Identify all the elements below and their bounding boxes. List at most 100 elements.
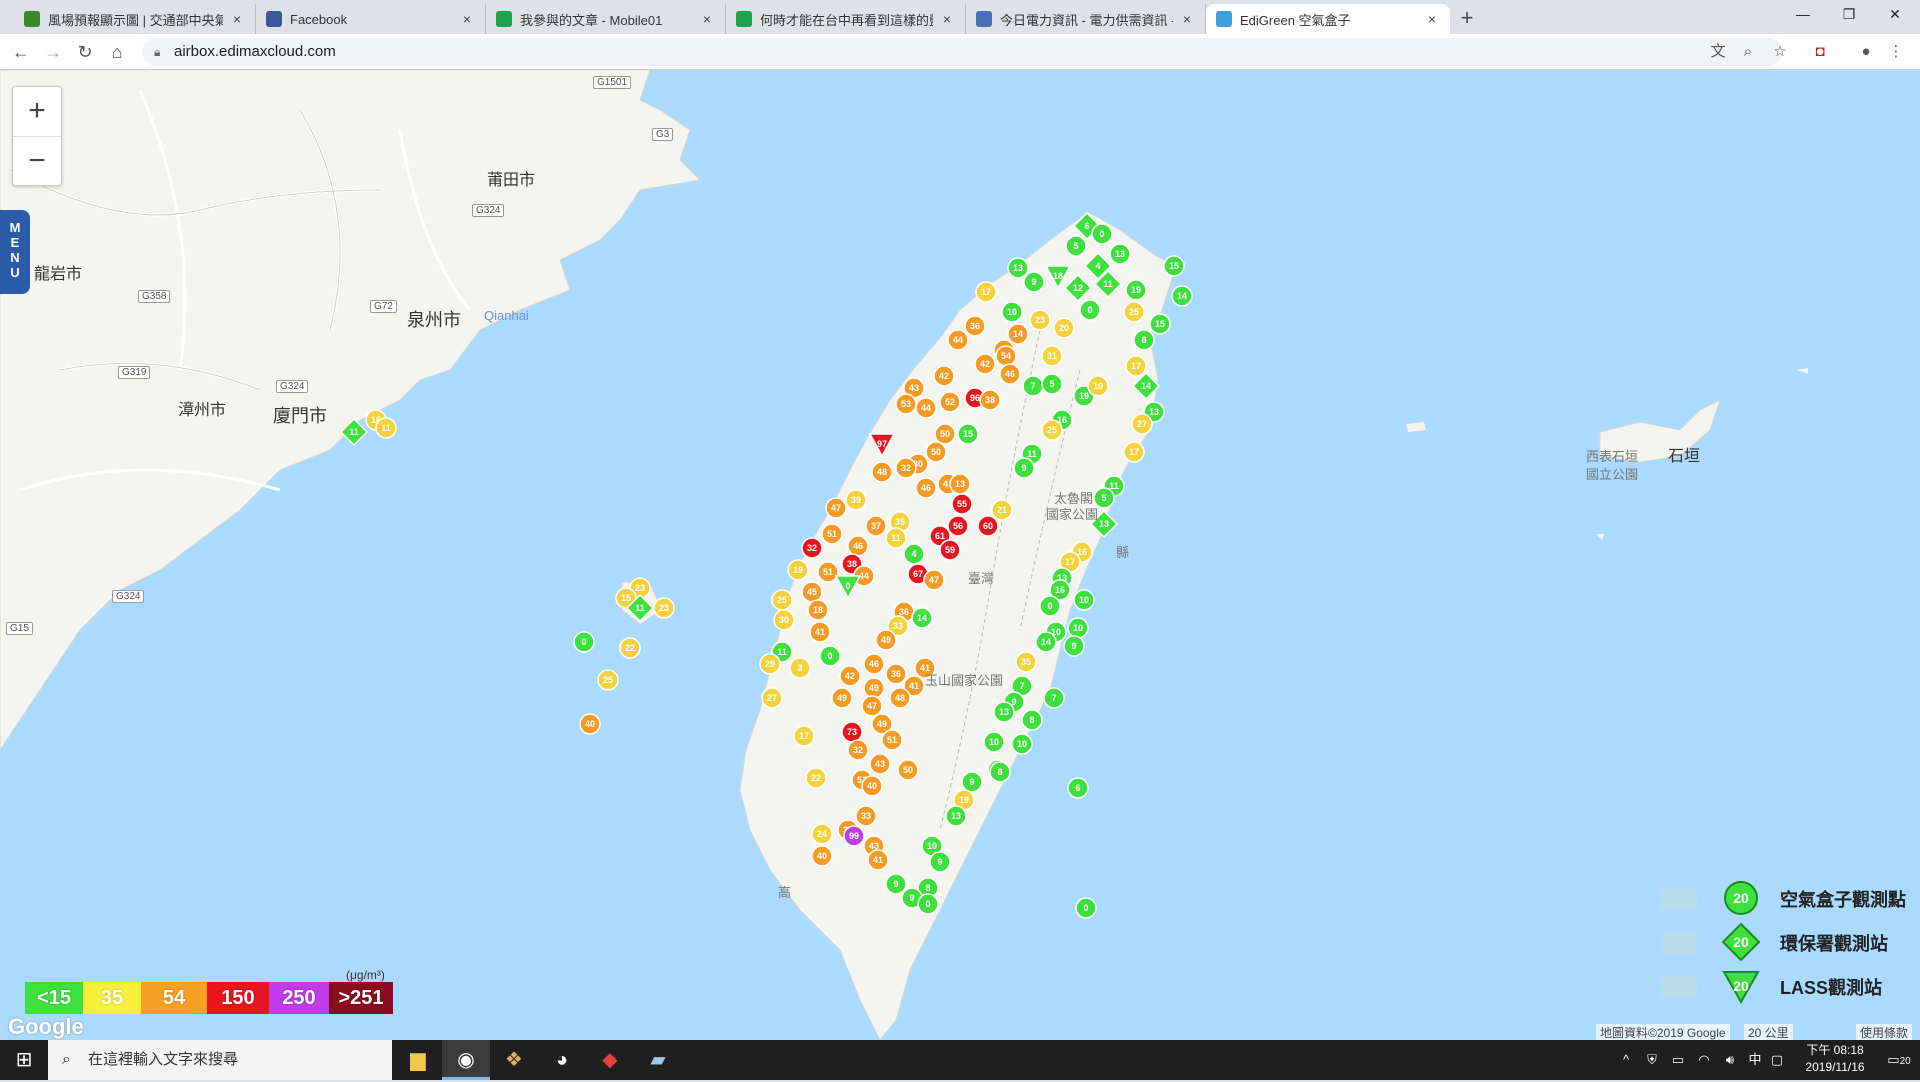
station-marker[interactable]: 49 <box>863 677 885 699</box>
zoom-icon[interactable]: ⌕ <box>1736 40 1760 64</box>
station-marker[interactable]: 42 <box>974 353 996 375</box>
tab-close-icon[interactable]: × <box>1179 11 1195 27</box>
station-marker[interactable]: 35 <box>1015 651 1037 673</box>
ime-mode-icon[interactable]: ▢ <box>1766 1040 1788 1080</box>
station-marker[interactable]: 13 <box>945 805 967 827</box>
station-marker[interactable]: 32 <box>895 457 917 479</box>
station-marker[interactable]: 29 <box>759 653 781 675</box>
station-marker[interactable]: 8 <box>1021 709 1043 731</box>
station-marker[interactable]: 14 <box>1035 631 1057 653</box>
zoom-in-button[interactable]: + <box>13 87 61 137</box>
app-icon[interactable]: ◆ <box>586 1040 634 1080</box>
station-marker[interactable]: 40 <box>579 713 601 735</box>
minimize-button[interactable]: — <box>1780 0 1826 30</box>
station-marker[interactable]: 49 <box>831 687 853 709</box>
station-marker[interactable]: 38 <box>979 389 1001 411</box>
windows-start-icon[interactable]: ⊞ <box>0 1040 48 1080</box>
profile-icon[interactable]: ● <box>1854 40 1878 64</box>
station-marker[interactable]: 9 <box>1023 271 1045 293</box>
taskbar-clock[interactable]: 下午 08:18 2019/11/16 <box>1790 1042 1880 1076</box>
station-marker[interactable]: 17 <box>975 281 997 303</box>
station-marker[interactable]: 11 <box>885 527 907 549</box>
chrome-menu-icon[interactable]: ⋮ <box>1884 40 1908 64</box>
station-marker[interactable]: 0 <box>1039 595 1061 617</box>
station-marker[interactable]: 22 <box>805 767 827 789</box>
station-marker[interactable]: 17 <box>793 725 815 747</box>
station-marker[interactable]: 17 <box>1123 441 1145 463</box>
notification-center-icon[interactable]: ▭20 <box>1882 1040 1916 1080</box>
station-marker[interactable]: 4 <box>903 543 925 565</box>
station-marker[interactable]: 8 <box>1133 329 1155 351</box>
terms-link[interactable]: 使用條款 <box>1856 1024 1913 1040</box>
station-marker[interactable]: 30 <box>773 609 795 631</box>
tab-close-icon[interactable]: × <box>229 11 245 27</box>
station-marker[interactable]: 13 <box>1007 257 1029 279</box>
station-marker[interactable]: 10 <box>1001 301 1023 323</box>
station-marker[interactable]: 0 <box>1091 223 1113 245</box>
station-marker[interactable]: 50 <box>897 759 919 781</box>
station-marker[interactable]: 54 <box>995 345 1017 367</box>
station-marker[interactable]: 9 <box>961 771 983 793</box>
station-marker[interactable]: 73 <box>841 721 863 743</box>
station-marker[interactable]: 32 <box>847 739 869 761</box>
browser-tab[interactable]: 風場預報顯示圖 | 交通部中央氣象 × <box>14 4 256 34</box>
station-marker[interactable]: 39 <box>845 489 867 511</box>
station-marker[interactable]: 50 <box>934 423 956 445</box>
station-marker[interactable]: 6 <box>1067 777 1089 799</box>
map-data-attribution[interactable]: 地圖資料©2019 Google <box>1596 1024 1730 1040</box>
station-marker[interactable]: 46 <box>999 363 1021 385</box>
tab-close-icon[interactable]: × <box>459 11 475 27</box>
taskbar-search-box[interactable]: ⌕ 在這裡輸入文字來搜尋 <box>48 1040 392 1080</box>
station-marker[interactable]: 14 <box>911 607 933 629</box>
wifi-tray-icon[interactable]: ◠ <box>1692 1040 1716 1080</box>
station-marker[interactable]: 42 <box>933 365 955 387</box>
station-marker[interactable]: 59 <box>939 539 961 561</box>
station-marker[interactable]: 44 <box>915 397 937 419</box>
close-window-button[interactable]: ✕ <box>1872 0 1918 30</box>
tab-close-icon[interactable]: × <box>699 11 715 27</box>
home-icon[interactable]: ⌂ <box>104 39 130 65</box>
station-marker[interactable]: 22 <box>619 637 641 659</box>
station-marker[interactable]: 47 <box>923 569 945 591</box>
station-marker[interactable]: 20 <box>1053 317 1075 339</box>
station-marker[interactable]: 48 <box>871 461 893 483</box>
browser-tab[interactable]: EdiGreen 空氣盒子 × <box>1206 4 1450 34</box>
station-marker[interactable]: 51 <box>817 561 839 583</box>
station-marker[interactable]: 25 <box>1041 419 1063 441</box>
station-marker[interactable]: 23 <box>653 597 675 619</box>
address-bar[interactable]: 🔒︎ airbox.edimaxcloud.com <box>142 38 1782 66</box>
browser-tab[interactable]: 今日電力資訊 - 電力供需資訊 - 台 × <box>966 4 1206 34</box>
station-marker[interactable]: 10 <box>1011 733 1033 755</box>
station-marker[interactable]: 0 <box>917 893 939 915</box>
app-icon[interactable]: ▰ <box>634 1040 682 1080</box>
zoom-out-button[interactable]: − <box>13 137 61 187</box>
station-marker[interactable]: 36 <box>885 663 907 685</box>
station-marker[interactable]: 25 <box>597 669 619 691</box>
station-marker[interactable]: 48 <box>889 687 911 709</box>
station-marker[interactable]: 25 <box>771 589 793 611</box>
security-tray-icon[interactable]: ⛨ <box>1640 1040 1664 1080</box>
station-marker[interactable]: 0 <box>819 645 841 667</box>
browser-tab[interactable]: Facebook × <box>256 4 486 34</box>
station-marker[interactable]: 52 <box>939 391 961 413</box>
browser-tab[interactable]: 何時才能在台中再看到這樣的藍 × <box>726 4 966 34</box>
station-marker[interactable]: 18 <box>807 599 829 621</box>
app-icon[interactable]: ◕ <box>538 1040 586 1080</box>
tab-close-icon[interactable]: × <box>939 11 955 27</box>
station-marker[interactable]: 0 <box>1079 299 1101 321</box>
station-marker[interactable]: 40 <box>861 775 883 797</box>
station-marker[interactable]: 9 <box>929 851 951 873</box>
station-marker[interactable]: 31 <box>1041 345 1063 367</box>
station-marker[interactable]: 46 <box>863 653 885 675</box>
station-marker[interactable]: 27 <box>761 687 783 709</box>
station-marker[interactable]: 27 <box>1131 413 1153 435</box>
air-quality-map[interactable]: 6 0 5 13 4 15 14 13 9 18 12 11 0 19 10 25 15 8 23 20 17 14 36 4… <box>0 70 1920 1040</box>
station-marker[interactable]: 19 <box>787 559 809 581</box>
station-marker[interactable]: 32 <box>801 537 823 559</box>
station-marker[interactable]: 60 <box>977 515 999 537</box>
station-marker[interactable]: 9 <box>1013 457 1035 479</box>
battery-tray-icon[interactable]: ▭ <box>1666 1040 1690 1080</box>
new-tab-button[interactable]: + <box>1454 6 1480 32</box>
station-marker[interactable]: 44 <box>947 329 969 351</box>
back-arrow-icon[interactable]: ← <box>8 39 34 65</box>
